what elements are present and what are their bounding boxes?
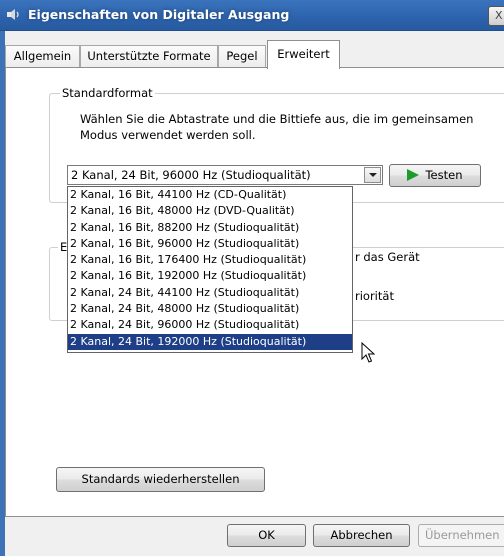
list-item[interactable]: 2 Kanal, 16 Bit, 44100 Hz (CD-Qualität) <box>68 187 352 203</box>
list-item[interactable]: 2 Kanal, 24 Bit, 44100 Hz (Studioqualitä… <box>68 285 352 301</box>
list-item[interactable]: 2 Kanal, 16 Bit, 88200 Hz (Studioqualitä… <box>68 220 352 236</box>
play-icon <box>407 169 420 181</box>
close-button[interactable]: X <box>488 6 504 26</box>
title-bar[interactable]: Eigenschaften von Digitaler Ausgang X <box>0 0 504 31</box>
list-item[interactable]: 2 Kanal, 24 Bit, 48000 Hz (Studioqualitä… <box>68 301 352 317</box>
mouse-cursor-icon <box>361 342 375 363</box>
speaker-icon <box>7 9 19 20</box>
format-description: Wählen Sie die Abtastrate und die Bittie… <box>80 112 474 142</box>
tab-unterstuetzte-formate[interactable]: Unterstützte Formate <box>80 45 218 67</box>
window-title: Eigenschaften von Digitaler Ausgang <box>28 7 290 22</box>
cancel-button[interactable]: Abbrechen <box>313 524 410 547</box>
test-button-label: Testen <box>425 168 463 182</box>
ok-button[interactable]: OK <box>227 524 306 547</box>
restore-defaults-button[interactable]: Standards wiederherstellen <box>56 467 265 492</box>
tab-allgemein[interactable]: Allgemein <box>5 45 80 67</box>
group-title-standardformat: Standardformat <box>60 86 155 100</box>
list-item[interactable]: 2 Kanal, 24 Bit, 96000 Hz (Studioqualitä… <box>68 317 352 333</box>
list-item[interactable]: 2 Kanal, 16 Bit, 96000 Hz (Studioqualitä… <box>68 236 352 252</box>
format-dropdown-list[interactable]: 2 Kanal, 16 Bit, 44100 Hz (CD-Qualität) … <box>67 186 353 353</box>
format-select[interactable]: 2 Kanal, 24 Bit, 96000 Hz (Studioqualitä… <box>67 165 383 185</box>
chevron-down-icon[interactable] <box>364 167 381 183</box>
list-item-selected[interactable]: 2 Kanal, 24 Bit, 192000 Hz (Studioqualit… <box>68 333 352 350</box>
exclusive-option-2-text: riorität <box>355 289 394 303</box>
format-select-value: 2 Kanal, 24 Bit, 96000 Hz (Studioqualitä… <box>71 168 311 182</box>
list-item[interactable]: 2 Kanal, 16 Bit, 176400 Hz (Studioqualit… <box>68 252 352 268</box>
test-button[interactable]: Testen <box>389 164 481 187</box>
tab-erweitert[interactable]: Erweitert <box>267 40 340 69</box>
tab-pegel[interactable]: Pegel <box>218 45 266 67</box>
list-item[interactable]: 2 Kanal, 16 Bit, 192000 Hz (Studioqualit… <box>68 268 352 284</box>
apply-button[interactable]: Übernehmen <box>418 524 504 547</box>
list-item[interactable]: 2 Kanal, 16 Bit, 48000 Hz (DVD-Qualität) <box>68 203 352 219</box>
exclusive-option-1-text: r das Gerät <box>355 250 420 264</box>
